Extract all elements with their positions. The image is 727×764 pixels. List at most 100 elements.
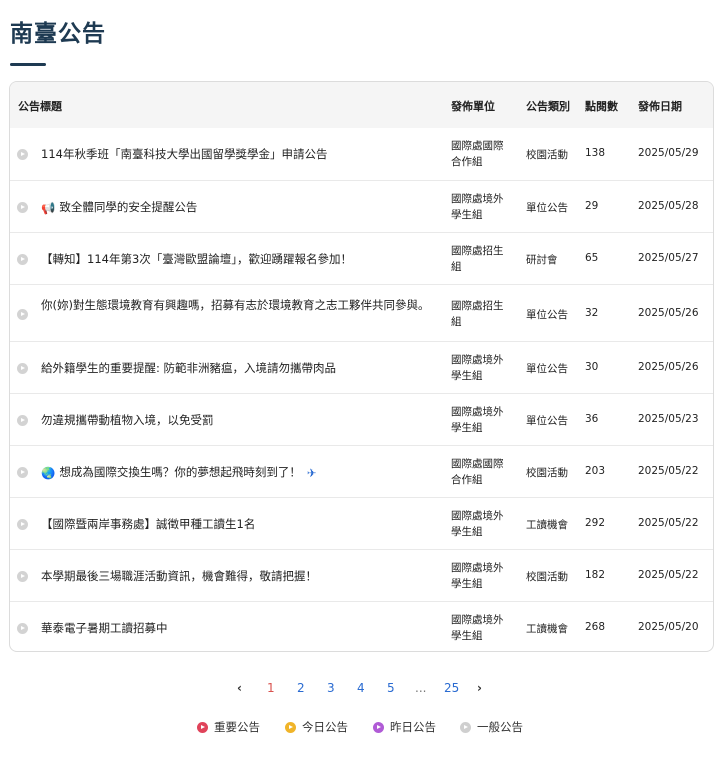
announcement-title-link[interactable]: 華泰電子暑期工讀招募中 <box>41 619 433 637</box>
announcement-title-link[interactable]: 【轉知】114年第3次「臺灣歐盟論壇」，歡迎踴躍報名參加！ <box>41 250 433 268</box>
publish-date: 2025/05/26 <box>638 306 699 319</box>
announcement-title-text: 你(妳)對生態環境教育有興趣嗎，招募有志於環境教育之志工夥伴共同參與。 <box>41 297 430 312</box>
announcement-title-text: 華泰電子暑期工讀招募中 <box>41 621 168 635</box>
legend-important: 重要公告 <box>197 719 260 735</box>
publish-date: 2025/05/22 <box>638 569 699 581</box>
table-row[interactable]: 本學期最後三場職涯活動資訊，機會難得，敬請把握！ 國際處境外學生組 校園活動 182 2… <box>10 549 713 601</box>
header-category: 公告類別 <box>526 100 570 113</box>
announcement-title-link[interactable]: 【國際暨兩岸事務處】誠徵甲種工讀生1名 <box>41 515 433 533</box>
legend-label: 重要公告 <box>214 720 260 734</box>
table-row[interactable]: 【轉知】114年第3次「臺灣歐盟論壇」，歡迎踴躍報名參加！ 國際處招生組 研討會 65… <box>10 232 713 284</box>
announcement-title-link[interactable]: 你(妳)對生態環境教育有興趣嗎，招募有志於環境教育之志工夥伴共同參與。 <box>41 296 433 314</box>
legend-today: 今日公告 <box>285 719 348 735</box>
yesterday-icon <box>373 721 384 733</box>
view-count: 29 <box>585 200 599 212</box>
announcement-category: 校園活動 <box>526 571 568 583</box>
announcement-title-text: 給外籍學生的重要提醒: 防範非洲豬瘟，入境請勿攜帶肉品 <box>41 361 337 375</box>
legend-label: 昨日公告 <box>390 720 436 734</box>
announcement-title-link[interactable]: 🌏 想成為國際交換生嗎？你的夢想起飛時刻到了！ ✈ <box>41 463 433 482</box>
publishing-unit: 國際處境外學生組 <box>451 193 504 221</box>
table-row[interactable]: 勿違規攜帶動植物入境，以免受罰 國際處境外學生組 單位公告 36 2025/05/23 <box>10 393 713 445</box>
pagination: ‹ 1 2 3 4 5 ... 25 › <box>0 680 727 698</box>
announcement-category: 單位公告 <box>526 363 568 375</box>
megaphone-icon: 📢 <box>41 200 56 215</box>
table-row[interactable]: 114年秋季班「南臺科技大學出國留學獎學金」申請公告 國際處國際合作組 校園活動 13… <box>10 128 713 180</box>
view-count: 268 <box>585 621 606 633</box>
table-row[interactable]: 你(妳)對生態環境教育有興趣嗎，招募有志於環境教育之志工夥伴共同參與。 國際處招生… <box>10 284 713 341</box>
page-link-4[interactable]: 4 <box>357 681 365 695</box>
announcement-title-text: 勿違規攜帶動植物入境，以免受罰 <box>41 413 214 427</box>
publishing-unit: 國際處境外學生組 <box>451 406 504 434</box>
general-announcement-icon <box>17 519 28 530</box>
legend: 重要公告 今日公告 昨日公告 一般公告 <box>0 719 727 737</box>
page-link-1[interactable]: 1 <box>267 681 275 695</box>
table-row[interactable]: 華泰電子暑期工讀招募中 國際處境外學生組 工讀機會 268 2025/05/20 <box>10 601 713 651</box>
general-announcement-icon <box>17 415 28 426</box>
globe-icon: 🌏 <box>41 465 56 480</box>
table-row[interactable]: 🌏 想成為國際交換生嗎？你的夢想起飛時刻到了！ ✈ 國際處國際合作組 校園活動 203 20… <box>10 445 713 497</box>
general-announcement-icon <box>17 254 28 265</box>
general-announcement-icon <box>17 202 28 213</box>
general-announcement-icon <box>17 363 28 374</box>
page-link-last[interactable]: 25 <box>444 681 459 695</box>
publishing-unit: 國際處國際合作組 <box>451 140 504 168</box>
publishing-unit: 國際處境外學生組 <box>451 562 504 590</box>
publishing-unit: 國際處招生組 <box>451 245 504 273</box>
header-date: 發佈日期 <box>638 100 682 113</box>
page-link-3[interactable]: 3 <box>327 681 335 695</box>
table-body: 114年秋季班「南臺科技大學出國留學獎學金」申請公告 國際處國際合作組校園活動 13… <box>10 128 713 651</box>
next-page-button[interactable]: › <box>477 681 482 695</box>
publish-date: 2025/05/28 <box>638 200 699 212</box>
announcement-title-text: 114年秋季班「南臺科技大學出國留學獎學金」申請公告 <box>41 147 328 161</box>
announcement-title-link[interactable]: 勿違規攜帶動植物入境，以免受罰 <box>41 411 433 429</box>
view-count: 182 <box>585 569 606 581</box>
publishing-unit: 國際處招生組 <box>451 299 504 328</box>
publishing-unit: 國際處境外學生組 <box>451 510 504 538</box>
table-row[interactable]: 給外籍學生的重要提醒: 防範非洲豬瘟，入境請勿攜帶肉品 國際處境外學生組 單位公告 3… <box>10 341 713 393</box>
table-row[interactable]: 【國際暨兩岸事務處】誠徵甲種工讀生1名 國際處境外學生組 工讀機會 292 2025/0… <box>10 497 713 549</box>
general-announcement-icon <box>17 308 28 320</box>
publish-date: 2025/05/29 <box>638 147 699 159</box>
announcement-category: 校園活動 <box>526 467 568 479</box>
announcement-title-text: 【國際暨兩岸事務處】誠徵甲種工讀生1名 <box>41 517 256 531</box>
table-header: 公告標題 發佈單位 公告類別 點閱數 發佈日期 <box>10 82 713 128</box>
announcement-title-text: 致全體同學的安全提醒公告 <box>59 200 198 214</box>
publishing-unit: 國際處境外學生組 <box>451 614 504 642</box>
page-title: 南臺公告 <box>10 21 106 47</box>
header-unit: 發佈單位 <box>451 100 495 113</box>
header-title: 公告標題 <box>18 100 62 113</box>
general-announcement-icon <box>17 467 28 478</box>
prev-page-button[interactable]: ‹ <box>237 681 242 695</box>
general-announcement-icon <box>17 149 28 160</box>
general-announcement-icon <box>17 571 28 582</box>
publish-date: 2025/05/22 <box>638 465 699 477</box>
airplane-icon: ✈ <box>306 465 317 480</box>
view-count: 292 <box>585 517 606 529</box>
publish-date: 2025/05/27 <box>638 252 699 264</box>
legend-yesterday: 昨日公告 <box>373 719 436 735</box>
page-link-5[interactable]: 5 <box>387 681 395 695</box>
legend-general: 一般公告 <box>460 719 523 735</box>
announcement-title-text: 本學期最後三場職涯活動資訊，機會難得，敬請把握！ <box>41 569 317 583</box>
announcement-category: 單位公告 <box>526 415 568 427</box>
table-row[interactable]: 📢 致全體同學的安全提醒公告 國際處境外學生組 單位公告 29 2025/05/28 <box>10 180 713 232</box>
announcement-title-link[interactable]: 📢 致全體同學的安全提醒公告 <box>41 198 433 217</box>
publish-date: 2025/05/26 <box>638 361 699 373</box>
publish-date: 2025/05/23 <box>638 413 699 425</box>
view-count: 138 <box>585 147 606 159</box>
title-underline <box>10 63 46 66</box>
announcement-table: 公告標題 發佈單位 公告類別 點閱數 發佈日期 114年秋季班「南臺科技大學出國… <box>9 81 714 652</box>
announcement-title-link[interactable]: 本學期最後三場職涯活動資訊，機會難得，敬請把握！ <box>41 567 433 585</box>
general-announcement-icon <box>17 623 28 634</box>
page-link-2[interactable]: 2 <box>297 681 305 695</box>
legend-label: 今日公告 <box>302 720 348 734</box>
announcement-title-link[interactable]: 114年秋季班「南臺科技大學出國留學獎學金」申請公告 <box>41 145 433 163</box>
announcement-title-text: 【轉知】114年第3次「臺灣歐盟論壇」，歡迎踴躍報名參加！ <box>41 252 353 266</box>
announcement-category: 單位公告 <box>526 308 568 321</box>
announcement-category: 單位公告 <box>526 202 568 214</box>
announcement-title-text: 想成為國際交換生嗎？你的夢想起飛時刻到了！ <box>59 465 301 479</box>
view-count: 203 <box>585 465 606 477</box>
view-count: 30 <box>585 361 599 373</box>
announcement-title-link[interactable]: 給外籍學生的重要提醒: 防範非洲豬瘟，入境請勿攜帶肉品 <box>41 359 433 377</box>
general-icon <box>460 721 471 733</box>
